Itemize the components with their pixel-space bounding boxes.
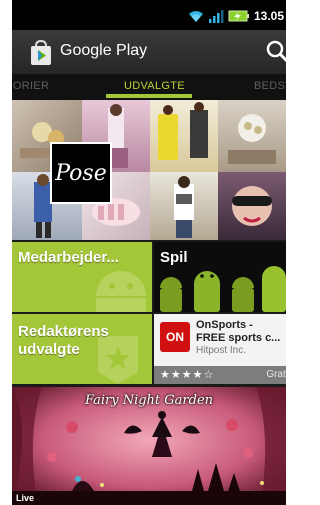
battery-charging-icon xyxy=(228,10,249,22)
active-tab-indicator xyxy=(106,94,192,98)
photo-tile-7 xyxy=(150,172,218,240)
tile-label-staff-picks: Medarbejder... xyxy=(18,249,119,266)
onsports-app-icon: ON xyxy=(160,322,190,352)
signal-icon xyxy=(208,10,224,23)
photo-tile-3 xyxy=(150,100,218,172)
photo-tile-8 xyxy=(218,172,286,240)
app-name-line2: FREE sports c... xyxy=(196,332,281,344)
status-time: 13.05 xyxy=(253,9,284,23)
banner-title: Fairy Night Garden xyxy=(84,393,214,408)
play-store-bag-icon[interactable] xyxy=(26,38,56,68)
banner-live-tag: Live xyxy=(16,493,35,503)
category-tabs: GORIER UDVALGTE BEDST xyxy=(12,74,286,102)
tab-featured[interactable]: UDVALGTE xyxy=(124,80,185,92)
tab-categories[interactable]: GORIER xyxy=(12,80,49,92)
tile-label-games: Spil xyxy=(160,249,188,266)
action-bar: Google Play xyxy=(12,30,286,74)
status-bar: 13.05 xyxy=(12,0,286,30)
tile-label-editors-line2: udvalgte xyxy=(18,341,80,358)
android-robot-icon xyxy=(96,271,146,312)
app-card-onsports[interactable]: ON OnSports - FREE sports c... Hitpost I… xyxy=(154,314,286,384)
pose-logo: Pose xyxy=(50,142,112,204)
tile-label-editors-line1: Redaktørens xyxy=(18,323,109,340)
app-title: Google Play xyxy=(60,42,148,59)
wifi-icon xyxy=(188,11,203,22)
tile-games[interactable]: Spil xyxy=(154,242,286,312)
app-rating-stars: ★★★★☆ xyxy=(160,369,215,381)
tab-top[interactable]: BEDST xyxy=(254,80,286,92)
phone-screen: 13.05 Google Play GORIER UDVALGTE BEDST xyxy=(12,0,286,505)
search-icon[interactable] xyxy=(264,38,286,66)
tile-editors-choice[interactable]: Redaktørens udvalgte xyxy=(12,314,152,384)
app-price: Grati xyxy=(266,369,286,380)
android-robots-icon xyxy=(160,266,286,312)
photo-tile-4 xyxy=(218,100,286,172)
tile-staff-picks[interactable]: Medarbejder... xyxy=(12,242,152,312)
featured-app-banner[interactable]: Pose xyxy=(12,100,286,240)
fairy-night-garden-banner[interactable]: Fairy Night Garden Live xyxy=(12,387,286,505)
app-developer: Hitpost Inc. xyxy=(196,345,247,356)
app-name-line1: OnSports - xyxy=(196,319,253,331)
app-rating-bar: ★★★★☆ Grati xyxy=(154,366,286,384)
